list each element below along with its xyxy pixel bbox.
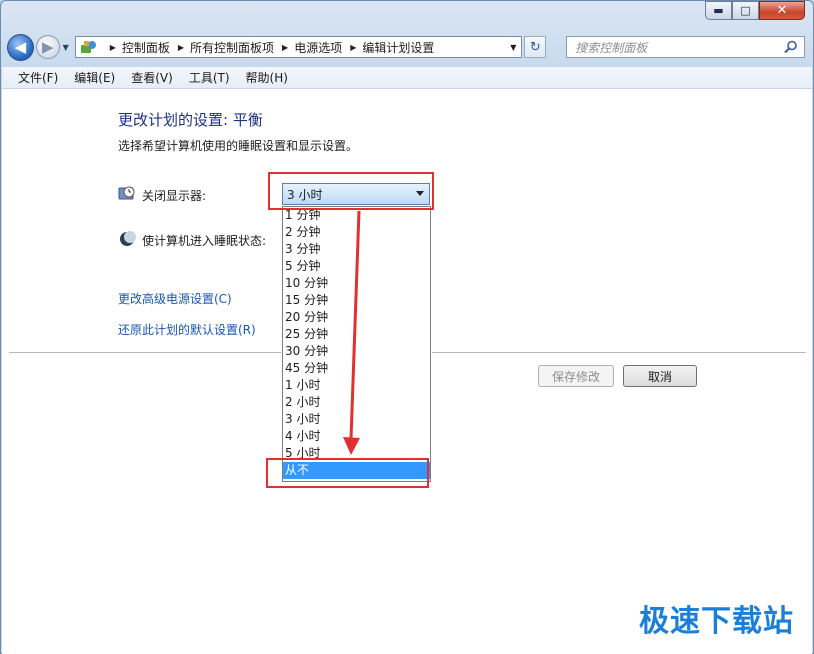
save-changes-button[interactable]: 保存修改 — [538, 365, 614, 387]
watermark-logo: 极速下载站 — [639, 604, 794, 639]
back-button[interactable]: ◀ — [7, 33, 34, 61]
search-placeholder: 搜索控制面板 — [575, 40, 648, 55]
menu-view[interactable]: 查看(V) — [123, 69, 181, 86]
menu-help[interactable]: 帮助(H) — [238, 69, 296, 86]
menu-file[interactable]: 文件(F) — [10, 69, 66, 86]
cancel-button[interactable]: 取消 — [623, 365, 697, 387]
breadcrumb-all-items[interactable]: 所有控制面板项 ▶ — [190, 39, 294, 56]
moon-sleep-icon — [120, 231, 136, 246]
minimize-button[interactable]: ▬ — [705, 1, 732, 20]
search-icon[interactable] — [784, 40, 798, 54]
navigation-bar: ◀ ▶ ▼ ▶ 控制面板 ▶ 所有控制面板项 ▶ 电源选项 ▶ 编辑计划设置 ▼ ↻ … — [7, 33, 806, 61]
divider-left — [9, 352, 281, 353]
search-input[interactable]: 搜索控制面板 — [566, 36, 806, 58]
menu-edit[interactable]: 编辑(E) — [66, 69, 123, 86]
refresh-button[interactable]: ↻ — [524, 36, 547, 58]
display-off-label: 关闭显示器: — [142, 189, 207, 203]
maximize-button[interactable]: □ — [732, 1, 759, 20]
divider-right — [432, 352, 806, 353]
address-dropdown-icon[interactable]: ▼ — [510, 43, 516, 52]
close-button[interactable]: ✕ — [759, 1, 805, 20]
advanced-power-settings-link[interactable]: 更改高级电源设置(C) — [118, 290, 232, 307]
breadcrumb-separator-root[interactable]: ▶ — [102, 43, 122, 52]
restore-defaults-link[interactable]: 还原此计划的默认设置(R) — [118, 321, 256, 338]
breadcrumb-edit-plan[interactable]: 编辑计划设置 — [362, 39, 434, 56]
page-subtitle: 选择希望计算机使用的睡眠设置和显示设置。 — [118, 139, 359, 153]
sleep-label: 使计算机进入睡眠状态: — [142, 234, 267, 248]
caption-buttons: ▬ □ ✕ — [705, 1, 805, 20]
breadcrumb-control-panel[interactable]: 控制面板 ▶ — [122, 39, 190, 56]
control-panel-icon — [80, 41, 96, 53]
refresh-icon: ↻ — [529, 39, 541, 55]
menu-bar: 文件(F) 编辑(E) 查看(V) 工具(T) 帮助(H) — [2, 67, 812, 89]
content-pane: 更改计划的设置: 平衡 选择希望计算机使用的睡眠设置和显示设置。 关闭显示器: … — [2, 89, 812, 654]
forward-button[interactable]: ▶ — [35, 35, 60, 59]
annotation-arrow — [343, 210, 361, 455]
breadcrumb-power-options[interactable]: 电源选项 ▶ — [294, 39, 362, 56]
recent-pages-dropdown[interactable]: ▼ — [60, 43, 72, 52]
address-bar[interactable]: ▶ 控制面板 ▶ 所有控制面板项 ▶ 电源选项 ▶ 编辑计划设置 ▼ — [74, 36, 523, 58]
annotation-box-never-option — [266, 458, 429, 488]
menu-tools[interactable]: 工具(T) — [181, 69, 238, 86]
control-panel-window: ▬ □ ✕ ◀ ▶ ▼ ▶ 控制面板 ▶ 所有控制面板项 ▶ 电源选项 ▶ 编辑计划设… — [0, 0, 814, 654]
annotation-box-combobox — [268, 172, 434, 210]
monitor-clock-icon — [118, 186, 135, 200]
page-title: 更改计划的设置: 平衡 — [118, 111, 263, 129]
